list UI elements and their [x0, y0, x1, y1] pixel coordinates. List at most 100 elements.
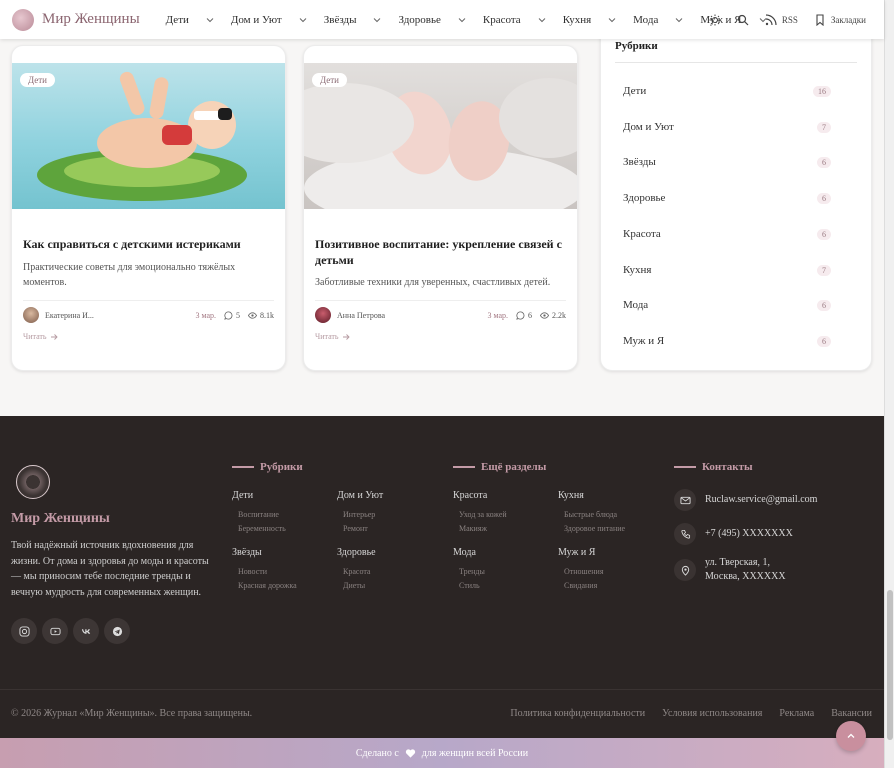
- rss-icon[interactable]: [765, 13, 777, 26]
- article-image[interactable]: [304, 63, 577, 228]
- bookmark-icon[interactable]: [814, 13, 826, 26]
- footer-link[interactable]: Здоровье: [337, 547, 376, 558]
- footer-divider: [0, 689, 884, 690]
- footer-sublink[interactable]: Стиль: [459, 581, 480, 590]
- contact-address: ул. Тверская, 1, Москва, XXXXXX: [674, 556, 786, 584]
- footer-sublink[interactable]: Красная дорожка: [238, 581, 297, 590]
- author-name[interactable]: Екатерина И...: [45, 311, 94, 320]
- footer-sublink[interactable]: Быстрые блюда: [564, 510, 617, 519]
- footer-brand[interactable]: Мир Женщины: [11, 511, 110, 527]
- ads-link[interactable]: Реклама: [779, 708, 814, 719]
- footer-sublink[interactable]: Диеты: [343, 581, 365, 590]
- nav-label: Звёзды: [323, 13, 357, 26]
- footer-sublink[interactable]: Воспитание: [238, 510, 279, 519]
- footer-sublink[interactable]: Здоровое питание: [564, 524, 625, 533]
- chevron-down-icon: [299, 17, 307, 22]
- telegram-button[interactable]: [104, 618, 130, 644]
- nav-item-zdorovie[interactable]: Здоровье: [398, 14, 466, 26]
- widget-title: Рубрики: [615, 40, 658, 52]
- scrollbar-thumb[interactable]: [887, 590, 893, 740]
- footer-sublink[interactable]: Уход за кожей: [459, 510, 507, 519]
- footer-link[interactable]: Мода: [453, 547, 476, 558]
- chevron-down-icon: [538, 17, 546, 22]
- contact-email[interactable]: Ruclaw.service@gmail.com: [674, 489, 817, 511]
- read-more-link[interactable]: Читать: [315, 332, 350, 341]
- read-more-link[interactable]: Читать: [23, 332, 58, 341]
- article-image[interactable]: [12, 63, 285, 209]
- footer-sublink[interactable]: Интерьер: [343, 510, 375, 519]
- comment-count: 6: [528, 310, 532, 320]
- footer-link[interactable]: Кухня: [558, 490, 584, 501]
- sun-icon[interactable]: [709, 14, 721, 26]
- category-item[interactable]: Красота 6: [623, 224, 831, 244]
- article-card[interactable]: Дети Позитивное воспитание: укрепление с…: [303, 45, 578, 371]
- category-item[interactable]: Кухня 7: [623, 260, 831, 280]
- for-women-text: для женщин всей России: [421, 747, 529, 759]
- category-item[interactable]: Мода 6: [623, 295, 831, 315]
- logo[interactable]: Мир Женщины: [12, 8, 140, 31]
- rss-link[interactable]: RSS: [782, 15, 798, 25]
- vk-button[interactable]: [73, 618, 99, 644]
- footer-link[interactable]: Дом и Уют: [337, 490, 383, 501]
- nav-item-krasota[interactable]: Красота: [483, 14, 547, 26]
- email-text[interactable]: Ruclaw.service@gmail.com: [705, 493, 817, 507]
- category-item[interactable]: Звёзды 6: [623, 152, 831, 172]
- jobs-link[interactable]: Вакансии: [831, 708, 872, 719]
- view-count: 8.1k: [260, 310, 274, 320]
- footer-logo-icon[interactable]: [16, 465, 50, 499]
- nav-item-kuhnya[interactable]: Кухня: [563, 14, 617, 26]
- category-item[interactable]: Дом и Уют 7: [623, 117, 831, 137]
- nav-item-deti[interactable]: Дети: [166, 14, 215, 26]
- footer-sublink[interactable]: Тренды: [459, 567, 485, 576]
- article-title[interactable]: Позитивное воспитание: укрепление связей…: [315, 236, 565, 268]
- nav-item-zvezdy[interactable]: Звёзды: [324, 14, 383, 26]
- nav-item-moda[interactable]: Мода: [633, 14, 684, 26]
- terms-link[interactable]: Условия использования: [662, 708, 762, 719]
- category-badge[interactable]: Дети: [312, 73, 347, 87]
- footer-link[interactable]: Красота: [453, 490, 487, 501]
- logo-icon: [12, 8, 34, 31]
- author-name[interactable]: Анна Петрова: [337, 311, 385, 320]
- category-item[interactable]: Здоровье 6: [623, 188, 831, 208]
- footer-sublink[interactable]: Отношения: [564, 567, 604, 576]
- article-title[interactable]: Как справиться с детскими истериками: [23, 236, 273, 252]
- read-more-label: Читать: [23, 332, 47, 341]
- footer-link[interactable]: Дети: [232, 490, 253, 501]
- footer-link[interactable]: Муж и Я: [558, 547, 595, 558]
- chevron-down-icon: [608, 17, 616, 22]
- instagram-button[interactable]: [11, 618, 37, 644]
- footer-sublink[interactable]: Красота: [343, 567, 370, 576]
- footer-rubrics-heading: Рубрики: [232, 461, 303, 473]
- contact-phone[interactable]: +7 (495) XXXXXXX: [674, 523, 793, 545]
- category-item[interactable]: Муж и Я 6: [623, 331, 831, 351]
- nav-label: Здоровье: [398, 13, 441, 26]
- legal-links: Политика конфиденциальности Условия испо…: [493, 708, 872, 719]
- scroll-to-top-button[interactable]: [836, 721, 866, 751]
- comment-icon: [516, 310, 525, 320]
- phone-text[interactable]: +7 (495) XXXXXXX: [705, 527, 793, 541]
- footer-sublink[interactable]: Свидания: [564, 581, 597, 590]
- footer-sublink[interactable]: Беременность: [238, 524, 286, 533]
- avatar[interactable]: [23, 307, 39, 323]
- category-item[interactable]: Дети 16: [623, 81, 831, 101]
- bookmarks-link[interactable]: Закладки: [831, 15, 866, 25]
- divider: [23, 300, 274, 301]
- page-scrollbar[interactable]: [884, 0, 894, 768]
- telegram-icon: [112, 626, 122, 636]
- privacy-link[interactable]: Политика конфиденциальности: [510, 708, 645, 719]
- article-card[interactable]: Дети Как справиться с детскими истерикам…: [11, 45, 286, 371]
- youtube-button[interactable]: [42, 618, 68, 644]
- nav-item-dom[interactable]: Дом и Уют: [231, 14, 308, 26]
- search-icon[interactable]: [737, 14, 749, 26]
- footer-sublink[interactable]: Новости: [238, 567, 267, 576]
- footer-sublink[interactable]: Макияж: [459, 524, 487, 533]
- category-count: 16: [813, 85, 831, 97]
- footer-sublink[interactable]: Ремонт: [343, 524, 368, 533]
- avatar[interactable]: [315, 307, 331, 323]
- made-with-text: Сделано с: [355, 747, 399, 759]
- category-badge[interactable]: Дети: [20, 73, 55, 87]
- footer-link[interactable]: Звёзды: [232, 547, 262, 558]
- category-label: Дом и Уют: [623, 121, 674, 133]
- chevron-down-icon: [458, 17, 466, 22]
- category-count: 6: [817, 228, 831, 240]
